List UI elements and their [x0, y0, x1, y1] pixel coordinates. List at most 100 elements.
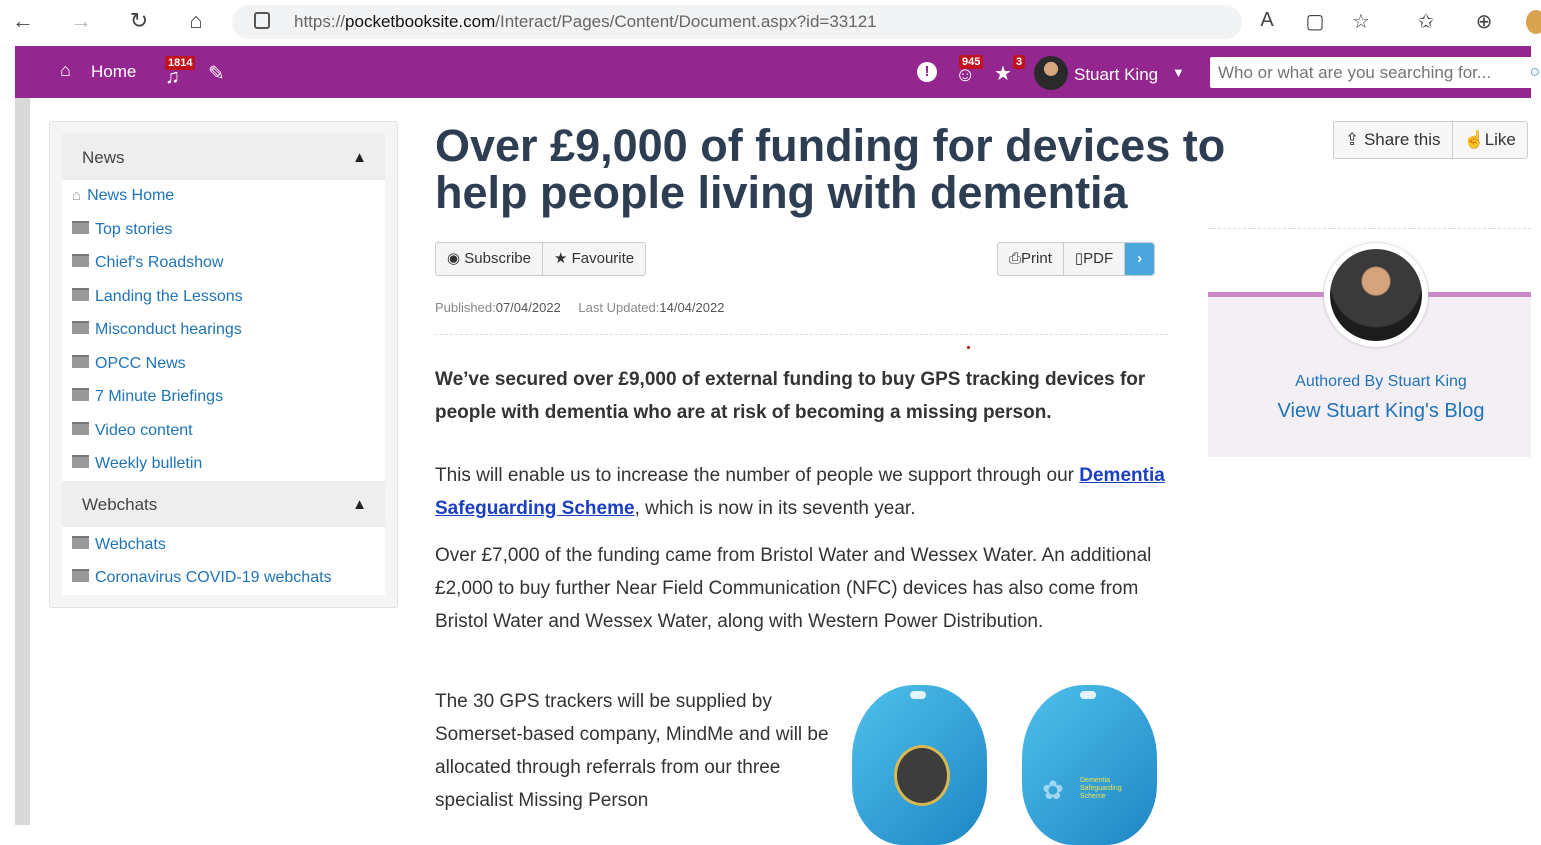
article-paragraph-1: This will enable us to increase the numb…	[435, 459, 1175, 525]
print-button[interactable]: ⎙Print	[998, 243, 1064, 275]
sidebar-item-label: Video content	[95, 422, 193, 439]
keyring-hole	[1080, 691, 1096, 699]
folder-icon	[72, 455, 89, 468]
forget-me-not-icon: ✿	[1042, 775, 1064, 805]
notifications-count-badge: 1814	[165, 56, 196, 70]
divider	[1208, 228, 1531, 229]
paragraph-text: This will enable us to increase the numb…	[435, 465, 1080, 486]
lock-icon[interactable]	[254, 12, 270, 29]
news-heading: News	[82, 148, 125, 167]
folder-icon	[72, 321, 89, 334]
sidebar-item-video-content[interactable]: Video content	[72, 422, 193, 440]
printer-icon: ⎙	[1009, 250, 1022, 267]
sidebar-item-landing-the-lessons[interactable]: Landing the Lessons	[72, 288, 243, 306]
sidebar-item-label: Misconduct hearings	[95, 321, 242, 338]
pdf-label: PDF	[1083, 250, 1114, 267]
sidebar-item-label: OPCC News	[95, 355, 186, 372]
pdf-button[interactable]: ▯PDF	[1064, 243, 1126, 275]
sidebar-item-covid-webchats[interactable]: Coronavirus COVID-19 webchats	[72, 569, 332, 587]
user-avatar[interactable]	[1034, 56, 1068, 90]
chevron-right-icon[interactable]: ›	[1125, 243, 1155, 275]
folder-icon	[72, 569, 89, 582]
published-label: Published:	[435, 300, 496, 315]
star-icon[interactable]: ★	[994, 61, 1012, 86]
profile-icon[interactable]	[1526, 10, 1541, 34]
webchats-section-header[interactable]: Webchats ▲	[62, 481, 385, 527]
thumbs-up-icon: ☝	[1463, 130, 1485, 149]
sidebar-item-label: Coronavirus COVID-19 webchats	[95, 569, 332, 586]
pdf-icon: ▯	[1074, 250, 1084, 267]
share-icon: ⇪	[1345, 130, 1364, 149]
add-favorite-icon[interactable]: ☆	[1346, 9, 1376, 34]
home-icon[interactable]: ⌂	[181, 8, 211, 34]
authored-by-link[interactable]: Authored By Stuart King	[1208, 373, 1541, 391]
alert-icon[interactable]: !	[917, 62, 937, 82]
view-blog-link[interactable]: View Stuart King's Blog	[1208, 400, 1541, 423]
chevron-up-icon[interactable]: ▲	[352, 149, 367, 166]
left-gutter	[15, 98, 30, 825]
favourites-count-badge: 3	[1013, 55, 1026, 69]
home-link[interactable]: Home	[91, 62, 136, 82]
sidebar-item-label: Weekly bulletin	[95, 455, 203, 472]
immersive-reader-icon[interactable]: ▢	[1300, 9, 1330, 34]
url-host: pocketbooksite.com	[345, 12, 496, 31]
webchats-heading: Webchats	[82, 495, 158, 514]
article-paragraph-3: The 30 GPS trackers will be supplied by …	[435, 691, 829, 811]
subscribe-button[interactable]: ◉ Subscribe	[436, 243, 543, 275]
gps-trackers-image: ✿ Dementia Safeguarding Scheme	[846, 685, 1166, 845]
police-crest-icon	[894, 745, 950, 806]
house-icon[interactable]: ⌂	[60, 60, 71, 81]
collections-icon[interactable]: ⊕	[1469, 9, 1499, 34]
sidebar-item-chiefs-roadshow[interactable]: Chief's Roadshow	[72, 254, 223, 272]
url-path: /Interact/Pages/Content/Document.aspx?id…	[495, 12, 877, 31]
author-avatar[interactable]	[1324, 243, 1428, 347]
divider	[435, 334, 1168, 335]
read-aloud-icon[interactable]: A	[1252, 9, 1282, 32]
sidebar-item-label: Webchats	[95, 536, 166, 553]
webchats-list: Webchats Coronavirus COVID-19 webchats	[62, 527, 385, 595]
sidebar-item-news-home[interactable]: ⌂ News Home	[72, 187, 174, 205]
refresh-icon[interactable]: ↻	[124, 8, 154, 34]
sidebar-item-top-stories[interactable]: Top stories	[72, 221, 172, 239]
chevron-up-icon[interactable]: ▲	[352, 496, 367, 513]
paragraph-text: , which is now in its seventh year.	[634, 498, 916, 519]
share-button[interactable]: ⇪ Share this	[1334, 122, 1453, 158]
forward-icon[interactable]: →	[66, 8, 96, 34]
sidebar-item-7-minute-briefings[interactable]: 7 Minute Briefings	[72, 388, 223, 406]
sidebar-item-misconduct-hearings[interactable]: Misconduct hearings	[72, 321, 242, 339]
search-icon[interactable]: ○	[1530, 62, 1540, 82]
author-photo	[1330, 249, 1422, 341]
sidebar-item-label: Chief's Roadshow	[95, 254, 224, 271]
marker-dot	[967, 346, 970, 349]
eye-icon: ◉	[447, 250, 465, 267]
clipboard-icon[interactable]: ✎	[208, 61, 225, 86]
updated-date: 14/04/2022	[659, 300, 725, 315]
tracker-dementia-scheme: ✿ Dementia Safeguarding Scheme	[1022, 685, 1157, 845]
sidebar-item-label: Top stories	[95, 221, 173, 238]
news-list: ⌂ News Home Top stories Chief's Roadshow …	[62, 180, 385, 481]
chevron-down-icon[interactable]: ▼	[1172, 65, 1185, 80]
sidebar-item-weekly-bulletin[interactable]: Weekly bulletin	[72, 455, 202, 473]
like-button[interactable]: ☝Like	[1453, 122, 1527, 158]
favourite-label: Favourite	[571, 250, 635, 267]
search-input[interactable]	[1210, 57, 1516, 89]
folder-icon	[72, 388, 89, 401]
browser-toolbar: ← → ↻ ⌂ https://pocketbooksite.com/Inter…	[0, 0, 1541, 46]
tracker-police-crest	[852, 685, 987, 845]
alerts-count-badge: 945	[959, 55, 984, 69]
address-bar[interactable]: https://pocketbooksite.com/Interact/Page…	[232, 5, 1242, 39]
article-lead: We’ve secured over £9,000 of external fu…	[435, 369, 1146, 423]
sidebar-item-webchats[interactable]: Webchats	[72, 536, 166, 554]
article-dates: Published:07/04/2022 Last Updated:14/04/…	[435, 300, 724, 315]
folder-icon	[72, 536, 89, 549]
tracker-label: Dementia Safeguarding Scheme	[1080, 777, 1122, 800]
sidebar-item-opcc-news[interactable]: OPCC News	[72, 355, 186, 373]
sidebar: News ▲ ⌂ News Home Top stories Chief's Ro…	[49, 121, 398, 608]
news-section-header[interactable]: News ▲	[62, 134, 385, 180]
article-paragraph-2: Over £7,000 of the funding came from Bri…	[435, 545, 1152, 632]
favourite-button[interactable]: ★ Favourite	[543, 243, 645, 275]
user-name[interactable]: Stuart King	[1074, 65, 1158, 85]
url-text[interactable]: https://pocketbooksite.com/Interact/Page…	[294, 12, 877, 32]
back-icon[interactable]: ←	[8, 8, 38, 34]
favorites-icon[interactable]: ✩	[1411, 9, 1441, 34]
